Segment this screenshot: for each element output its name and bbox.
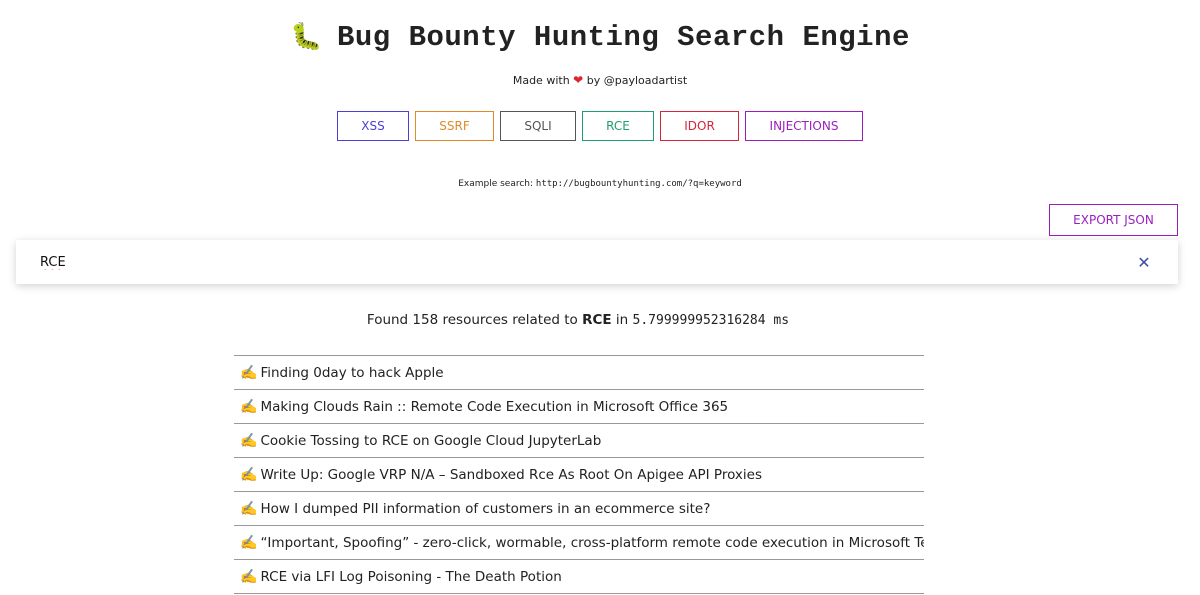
filter-idor-button[interactable]: IDOR [660,111,739,141]
result-item[interactable]: ✍️ Making Clouds Rain :: Remote Code Exec… [234,390,924,424]
page-title-text: Bug Bounty Hunting Search Engine [336,21,910,54]
header: 🐛 Bug Bounty Hunting Search Engine Made w… [0,0,1200,189]
page-title: 🐛 Bug Bounty Hunting Search Engine [0,18,1200,58]
search-bar: ✕ [16,239,1178,285]
category-filters: XSS SSRF SQLI RCE IDOR INJECTIONS [0,111,1200,141]
result-item[interactable]: ✍️ Write Up: Google VRP N/A – Sandboxed R… [234,458,924,492]
result-title: Making Clouds Rain :: Remote Code Execut… [260,398,729,415]
result-item[interactable]: ✍️ Finding 0day to hack Apple [234,356,924,390]
results-summary: Found 158 resources related to RCE in 5.… [0,312,1156,328]
writing-hand-icon: ✍️ [240,466,258,483]
caterpillar-icon: 🐛 [290,23,323,53]
example-url: http://bugbountyhunting.com/?q=keyword [535,179,742,189]
made-with-credit: Made with ❤ by @payloadartist [0,73,1200,87]
filter-rce-button[interactable]: RCE [582,111,654,141]
filter-xss-button[interactable]: XSS [337,111,409,141]
writing-hand-icon: ✍️ [240,568,258,585]
clear-search-icon[interactable]: ✕ [1124,242,1164,282]
summary-term: RCE [582,312,612,328]
result-title: “Important, Spoofing” - zero-click, worm… [260,534,924,551]
writing-hand-icon: ✍️ [240,500,258,517]
filter-injections-button[interactable]: INJECTIONS [745,111,863,141]
result-title: Finding 0day to hack Apple [260,364,444,381]
made-with-author[interactable]: by @payloadartist [587,74,687,87]
writing-hand-icon: ✍️ [240,432,258,449]
filter-ssrf-button[interactable]: SSRF [415,111,494,141]
summary-prefix: Found 158 resources related to [366,312,578,328]
result-item[interactable]: ✍️ RCE via LFI Log Poisoning - The Death … [234,560,924,594]
heart-icon: ❤ [573,73,584,87]
search-input[interactable] [16,239,1124,285]
export-json-button[interactable]: EXPORT JSON [1049,204,1178,236]
result-item[interactable]: ✍️ How I dumped PII information of custom… [234,492,924,526]
summary-mid: in [615,312,629,328]
results-list: ✍️ Finding 0day to hack Apple ✍️ Making Clo… [234,355,924,594]
example-label: Example search: [458,179,534,189]
result-title: Cookie Tossing to RCE on Google Cloud Ju… [260,432,602,449]
result-item[interactable]: ✍️ “Important, Spoofing” - zero-click, wo… [234,526,924,560]
made-with-prefix: Made with [512,74,570,87]
writing-hand-icon: ✍️ [240,364,258,381]
example-search: Example search: http://bugbountyhunting.… [0,179,1200,189]
result-title: RCE via LFI Log Poisoning - The Death Po… [260,568,562,585]
result-title: How I dumped PII information of customer… [260,500,711,517]
writing-hand-icon: ✍️ [240,398,258,415]
filter-sqli-button[interactable]: SQLI [500,111,576,141]
summary-time: 5.799999952316284 ms [632,313,790,328]
result-item[interactable]: ✍️ Cookie Tossing to RCE on Google Cloud … [234,424,924,458]
result-title: Write Up: Google VRP N/A – Sandboxed Rce… [260,466,763,483]
writing-hand-icon: ✍️ [240,534,258,551]
